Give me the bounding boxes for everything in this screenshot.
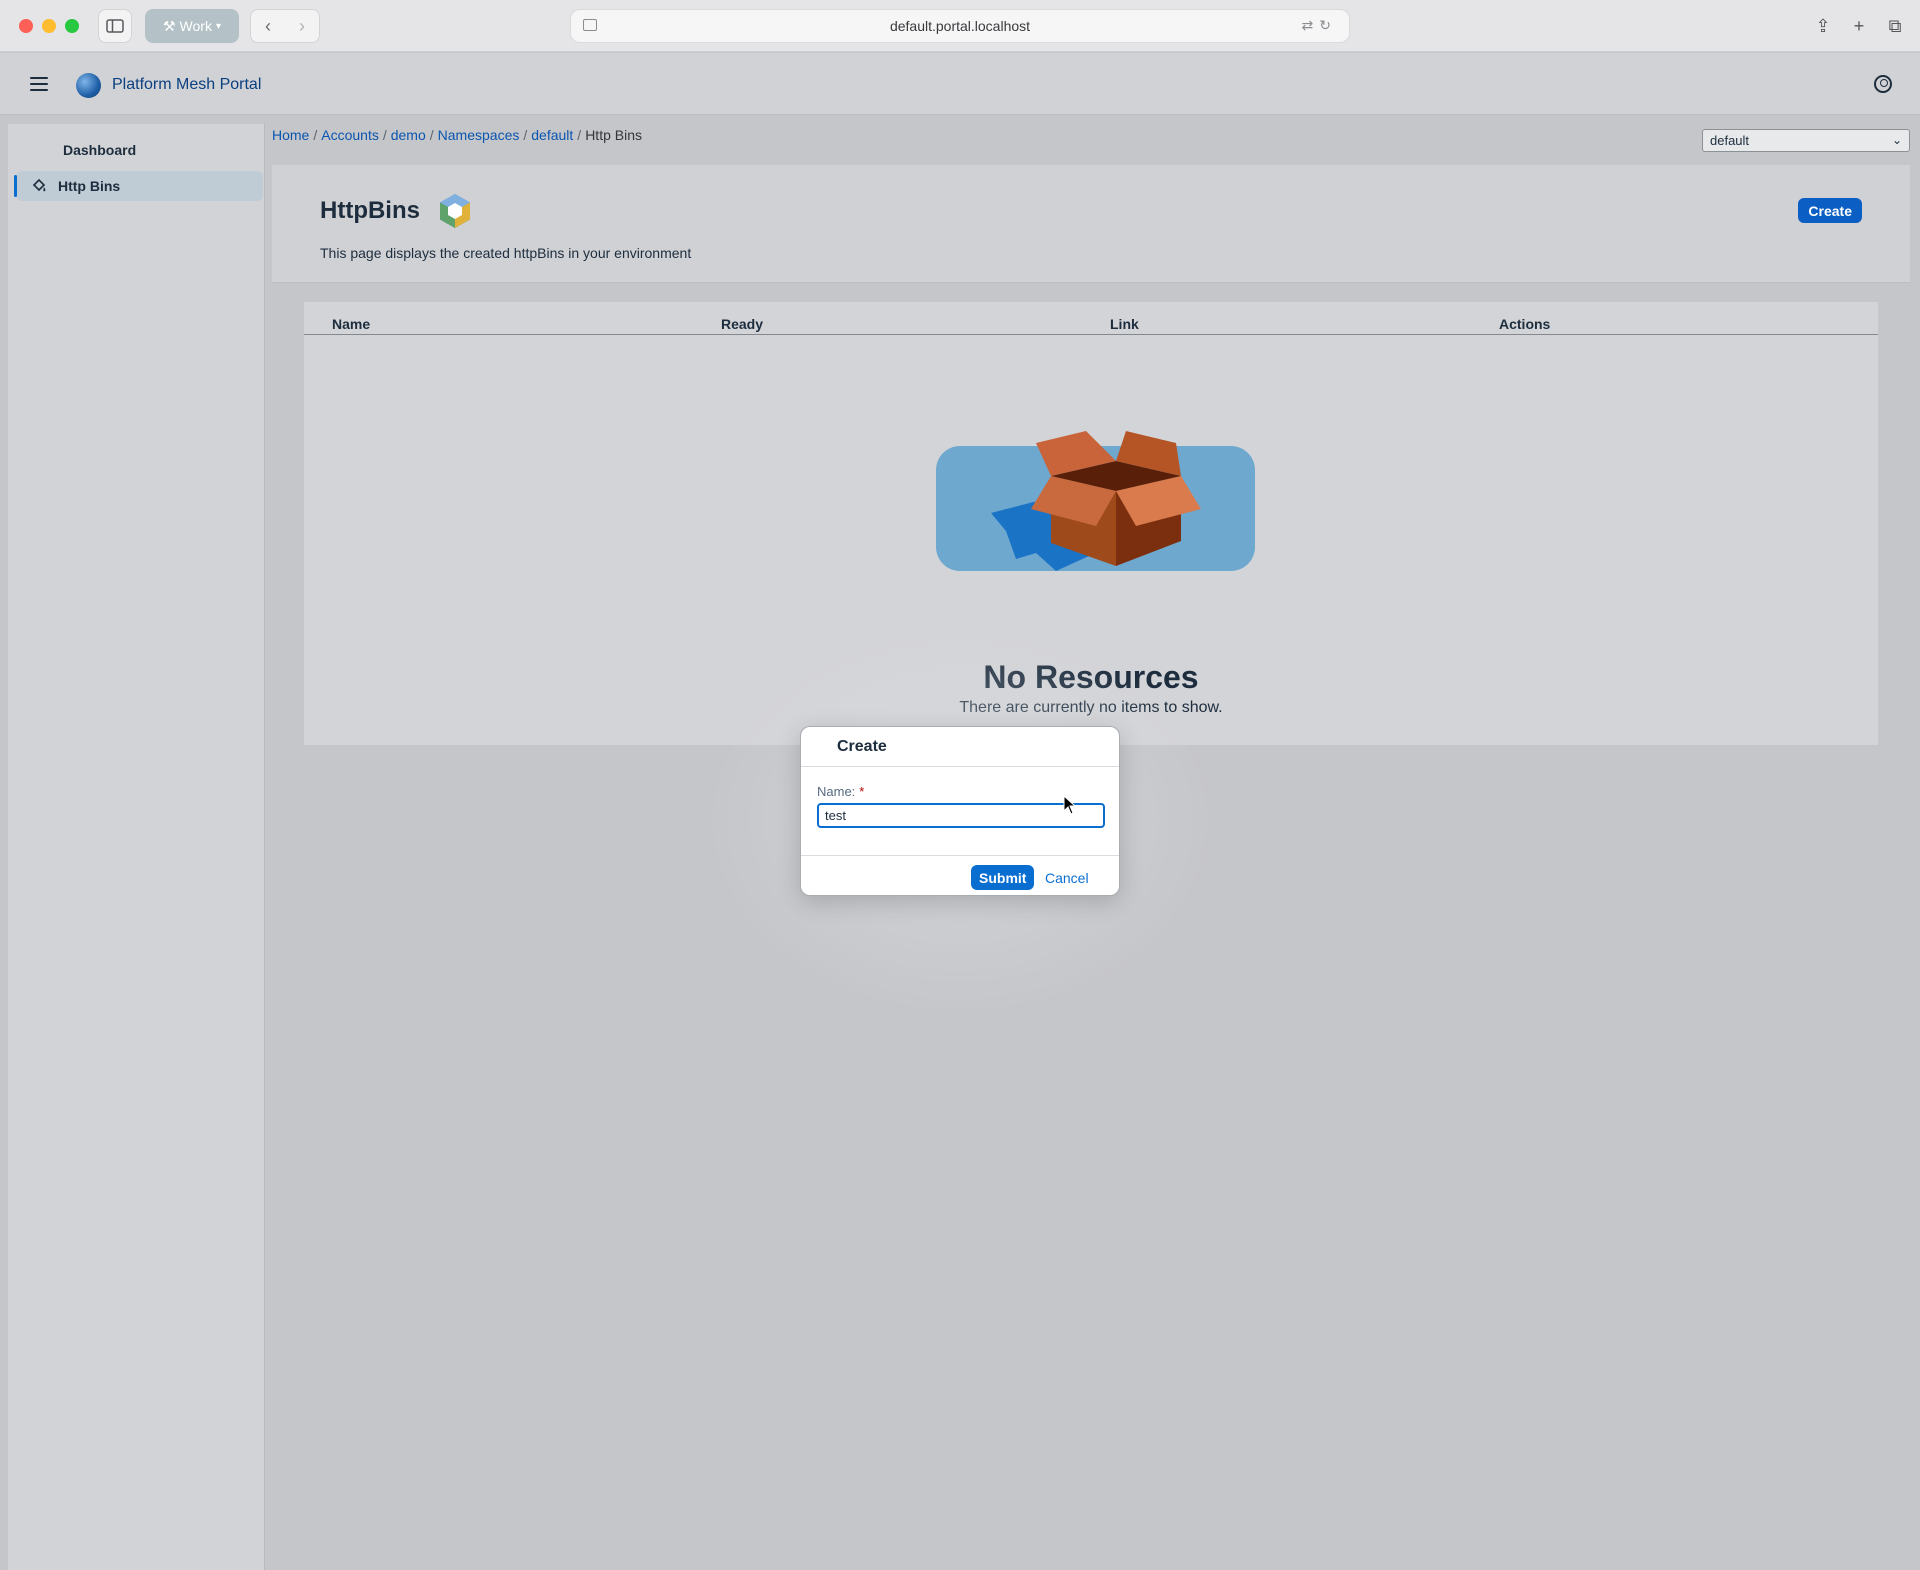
page-title: HttpBins [320, 197, 420, 224]
hammer-icon: ⚒ [162, 17, 176, 34]
page-settings-icon[interactable] [583, 19, 597, 31]
browser-toolbar: ⚒ Work ▾ ‹ › default.portal.localhost ⇄↻… [0, 0, 1920, 52]
sidebar-item-label: Dashboard [63, 142, 137, 158]
column-header-name[interactable]: Name [332, 316, 370, 332]
sidebar-item-dashboard[interactable]: Dashboard [16, 135, 263, 165]
profile-switcher[interactable]: ⚒ Work ▾ [145, 9, 239, 43]
namespace-select[interactable]: default ⌄ [1702, 129, 1910, 152]
dialog-title: Create [801, 727, 1119, 767]
breadcrumb: Home / Accounts / demo / Namespaces / default / Ht… [272, 127, 642, 143]
profile-label: Work [179, 18, 212, 34]
column-header-link[interactable]: Link [1110, 316, 1139, 332]
mouse-cursor-icon [1063, 795, 1077, 815]
box-illustration [936, 431, 1255, 571]
name-input[interactable] [817, 803, 1105, 828]
app-header: Platform Mesh Portal [0, 53, 1920, 115]
breadcrumb-default[interactable]: default [531, 127, 573, 143]
breadcrumb-namespaces[interactable]: Namespaces [438, 127, 520, 143]
breadcrumb-current: Http Bins [585, 127, 642, 143]
url-text: default.portal.localhost [889, 18, 1031, 34]
sidebar-toggle-icon[interactable] [98, 9, 132, 43]
history-nav: ‹ › [250, 9, 320, 43]
column-header-actions[interactable]: Actions [1499, 316, 1550, 332]
forward-icon[interactable]: › [285, 16, 319, 37]
page-description: This page displays the created httpBins … [320, 245, 692, 261]
required-marker: * [859, 784, 865, 799]
back-icon[interactable]: ‹ [251, 16, 285, 37]
menu-icon[interactable] [28, 73, 50, 95]
page-header: HttpBins This page displays the created … [272, 165, 1910, 283]
chevron-down-icon: ▾ [215, 20, 221, 32]
close-window-button[interactable] [19, 19, 33, 33]
breadcrumb-accounts[interactable]: Accounts [321, 127, 379, 143]
sidebar-item-label: Http Bins [58, 178, 121, 194]
breadcrumb-home[interactable]: Home [272, 127, 309, 143]
name-field-label: Name: * [817, 784, 865, 799]
globe-logo-icon [76, 73, 101, 98]
user-icon[interactable] [1874, 75, 1892, 93]
create-button[interactable]: Create [1798, 198, 1862, 223]
cancel-button[interactable]: Cancel [1039, 865, 1095, 890]
paint-bucket-icon [30, 177, 48, 195]
plus-icon[interactable]: + [1848, 9, 1870, 43]
chevron-down-icon: ⌄ [1891, 133, 1902, 147]
tabs-icon[interactable]: ⧉ [1884, 9, 1906, 43]
translate-reload-icons[interactable]: ⇄↻ [1302, 17, 1337, 34]
column-header-ready[interactable]: Ready [721, 316, 763, 332]
app-title[interactable]: Platform Mesh Portal [112, 76, 261, 94]
cube-icon [440, 194, 470, 228]
share-icon[interactable]: ⇪ [1812, 9, 1834, 43]
side-navigation: Dashboard Http Bins [8, 124, 265, 1570]
dialog-footer-divider [801, 855, 1119, 856]
minimize-window-button[interactable] [42, 19, 56, 33]
zoom-window-button[interactable] [65, 19, 79, 33]
breadcrumb-demo[interactable]: demo [391, 127, 426, 143]
sidebar-item-http-bins[interactable]: Http Bins [14, 171, 263, 201]
address-bar[interactable]: default.portal.localhost ⇄↻ [570, 9, 1350, 43]
submit-button[interactable]: Submit [971, 865, 1035, 890]
table-header-divider [304, 334, 1878, 335]
namespace-select-value: default [1710, 133, 1750, 148]
